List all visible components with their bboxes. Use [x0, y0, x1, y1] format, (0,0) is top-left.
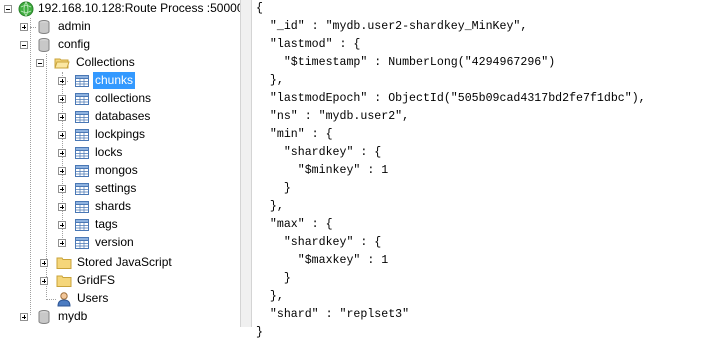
- doc-line: "_id" : "mydb.user2-shardkey_MinKey",: [256, 20, 528, 33]
- object-explorer-tree: 192.168.10.128:Route Process :50000 admi…: [0, 0, 244, 327]
- tree-node-collection-locks[interactable]: locks: [0, 144, 238, 162]
- tree-node-server[interactable]: 192.168.10.128:Route Process :50000: [0, 0, 244, 18]
- collection-label: chunks: [93, 72, 136, 89]
- expand-icon[interactable]: [40, 277, 48, 285]
- collection-label: shards: [95, 199, 132, 213]
- expand-icon[interactable]: [40, 259, 48, 267]
- tree-node-users[interactable]: Users: [0, 290, 238, 308]
- expand-icon[interactable]: [58, 239, 66, 247]
- doc-line: "max" : {: [256, 218, 333, 231]
- doc-line: },: [256, 74, 284, 87]
- tree-node-collection-settings[interactable]: settings: [0, 180, 238, 198]
- collapse-icon[interactable]: [36, 59, 44, 67]
- expand-icon[interactable]: [58, 185, 66, 193]
- db-label: admin: [58, 19, 91, 33]
- doc-line: "shard" : "replset3": [256, 308, 410, 321]
- tree-node-collection-mongos[interactable]: mongos: [0, 162, 238, 180]
- db-label: config: [58, 37, 91, 51]
- collection-table-icon: [75, 165, 89, 177]
- expand-icon[interactable]: [58, 77, 66, 85]
- doc-line: "min" : {: [256, 128, 333, 141]
- collection-label: tags: [95, 217, 118, 231]
- expand-icon[interactable]: [58, 95, 66, 103]
- database-icon: [38, 310, 50, 324]
- doc-line: "shardkey" : {: [256, 146, 382, 159]
- expand-icon[interactable]: [20, 23, 28, 31]
- collapse-icon[interactable]: [20, 41, 28, 49]
- expand-icon[interactable]: [58, 131, 66, 139]
- collection-table-icon: [75, 237, 89, 249]
- tree-node-db-admin[interactable]: admin: [0, 18, 238, 36]
- doc-line: }: [256, 326, 263, 339]
- doc-line: },: [256, 200, 284, 213]
- collection-table-icon: [75, 183, 89, 195]
- collection-table-icon: [75, 93, 89, 105]
- doc-line: "$minkey" : 1: [256, 164, 389, 177]
- tree-node-db-mydb[interactable]: mydb: [0, 308, 238, 326]
- tree-node-db-config[interactable]: config: [0, 36, 238, 54]
- collection-label: databases: [95, 109, 151, 123]
- doc-line: "ns" : "mydb.user2",: [256, 110, 410, 123]
- tree-node-collection-shards[interactable]: shards: [0, 198, 238, 216]
- expand-icon[interactable]: [58, 113, 66, 121]
- server-label: 192.168.10.128:Route Process :50000: [38, 1, 244, 15]
- tree-node-gridfs[interactable]: GridFS: [0, 272, 238, 290]
- document-viewer[interactable]: { "_id" : "mydb.user2-shardkey_MinKey", …: [253, 0, 726, 339]
- collection-label: settings: [95, 181, 137, 195]
- tree-node-collections-folder[interactable]: Collections: [0, 54, 238, 72]
- database-icon: [38, 20, 50, 34]
- document-json: { "_id" : "mydb.user2-shardkey_MinKey", …: [253, 0, 726, 342]
- users-label: Users: [77, 291, 109, 305]
- tree-node-collection-version[interactable]: version: [0, 234, 238, 252]
- expand-icon[interactable]: [58, 149, 66, 157]
- tree-node-collection-collections[interactable]: collections: [0, 90, 238, 108]
- expand-icon[interactable]: [58, 167, 66, 175]
- doc-line: }: [256, 182, 291, 195]
- folder-label: GridFS: [77, 273, 116, 287]
- folder-open-icon: [54, 58, 70, 69]
- collection-label: collections: [95, 91, 152, 105]
- doc-line: "lastmodEpoch" : ObjectId("505b09cad4317…: [256, 92, 646, 105]
- user-icon: [57, 292, 71, 307]
- collection-label: mongos: [95, 163, 138, 177]
- folder-icon: [56, 257, 72, 269]
- collection-table-icon: [75, 201, 89, 213]
- collection-table-icon: [75, 75, 89, 87]
- database-icon: [38, 38, 50, 52]
- collection-label: version: [95, 235, 134, 249]
- folder-label: Stored JavaScript: [77, 255, 172, 269]
- expand-icon[interactable]: [58, 203, 66, 211]
- tree-node-collection-databases[interactable]: databases: [0, 108, 238, 126]
- doc-line: }: [256, 272, 291, 285]
- doc-line: "shardkey" : {: [256, 236, 382, 249]
- collection-label: lockpings: [95, 127, 146, 141]
- folder-label: Collections: [76, 55, 135, 69]
- doc-line: "$timestamp" : NumberLong("4294967296"): [256, 56, 556, 69]
- doc-line: "lastmod" : {: [256, 38, 361, 51]
- tree-node-collection-tags[interactable]: tags: [0, 216, 238, 234]
- db-label: mydb: [58, 309, 88, 323]
- expand-icon[interactable]: [58, 221, 66, 229]
- tree-node-stored-javascript[interactable]: Stored JavaScript: [0, 254, 238, 272]
- collection-table-icon: [75, 147, 89, 159]
- doc-line: {: [256, 2, 263, 15]
- collection-table-icon: [75, 219, 89, 231]
- tree-node-collection-chunks[interactable]: chunks: [0, 72, 238, 90]
- pane-splitter[interactable]: [240, 0, 252, 327]
- doc-line: "$maxkey" : 1: [256, 254, 389, 267]
- expand-icon[interactable]: [20, 313, 28, 321]
- server-globe-icon: [18, 1, 34, 17]
- collection-table-icon: [75, 111, 89, 123]
- collection-table-icon: [75, 129, 89, 141]
- collapse-icon[interactable]: [4, 5, 12, 13]
- folder-icon: [56, 275, 72, 287]
- collection-label: locks: [95, 145, 123, 159]
- tree-node-collection-lockpings[interactable]: lockpings: [0, 126, 238, 144]
- doc-line: },: [256, 290, 284, 303]
